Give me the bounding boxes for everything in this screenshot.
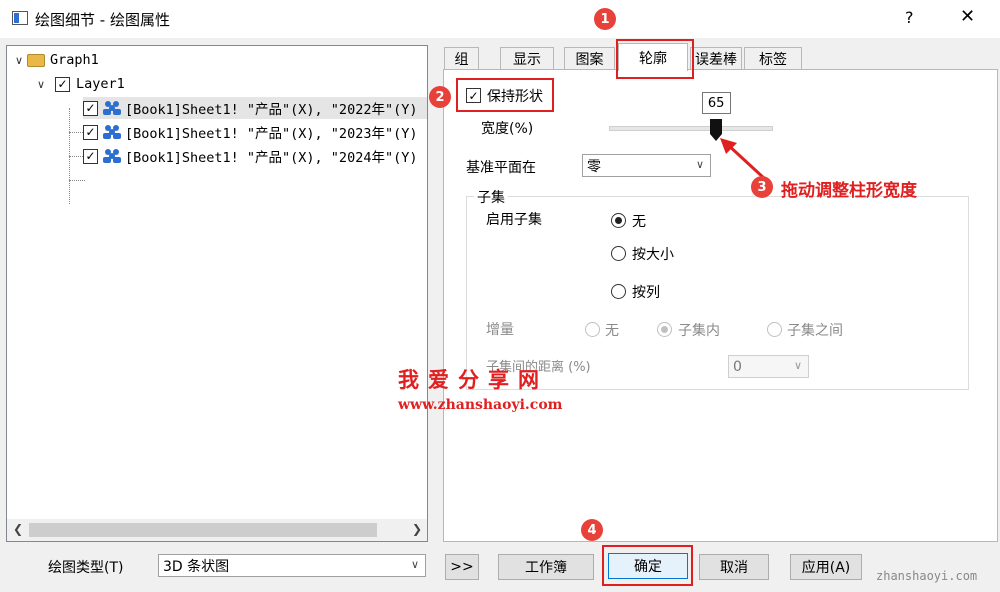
- plot-checkbox[interactable]: ✓: [83, 100, 98, 116]
- tree-item-layer[interactable]: ∨ ✓ Layer1: [37, 73, 125, 95]
- scroll-right-icon[interactable]: ❯: [412, 522, 422, 536]
- tree-guide-line: [69, 180, 85, 181]
- window-title: 绘图细节 - 绘图属性: [35, 11, 170, 29]
- highlight-keep-shape: [456, 78, 554, 112]
- enable-by-column-label: 按列: [632, 285, 660, 301]
- expand-button[interactable]: >>: [445, 554, 479, 580]
- plot-type-select[interactable]: 3D 条状图 ∨: [158, 554, 426, 577]
- drag-hint-text: 拖动调整柱形宽度: [781, 181, 917, 201]
- increment-within-label: 子集内: [678, 323, 720, 339]
- tab-pattern[interactable]: 图案: [564, 47, 615, 70]
- tree-label: Graph1: [50, 52, 99, 68]
- chevron-down-icon[interactable]: ∨: [37, 78, 49, 91]
- cancel-button[interactable]: 取消: [699, 554, 769, 580]
- width-label: 宽度(%): [481, 121, 534, 137]
- enable-subset-label: 启用子集: [486, 212, 542, 228]
- plot-group-icon: [103, 101, 121, 115]
- subset-group-title: 子集: [474, 187, 508, 207]
- tree-horizontal-scrollbar[interactable]: ❮ ❯: [7, 519, 427, 541]
- tree-item-graph[interactable]: ∨ Graph1: [15, 49, 99, 71]
- tree-label: [Book1]Sheet1! "产品"(X), "2023年"(Y): [125, 126, 418, 142]
- chevron-down-icon: ∨: [793, 359, 802, 372]
- tree-item-plot[interactable]: ✓ [Book1]Sheet1! "产品"(X), "2023年"(Y): [83, 121, 417, 143]
- close-button[interactable]: ✕: [960, 6, 975, 27]
- tab-group[interactable]: 组: [444, 47, 479, 70]
- baseline-label: 基准平面在: [466, 160, 536, 176]
- subset-distance-value: 0: [733, 358, 742, 375]
- enable-by-column-radio[interactable]: [611, 284, 626, 299]
- tab-outline[interactable]: 轮廓: [618, 43, 688, 71]
- plot-type-label: 绘图类型(T): [48, 560, 124, 576]
- step-2-badge: 2: [429, 86, 451, 108]
- enable-by-size-radio[interactable]: [611, 246, 626, 261]
- plot-checkbox[interactable]: ✓: [83, 148, 98, 164]
- enable-none-radio[interactable]: [611, 213, 626, 228]
- width-slider-track[interactable]: [609, 126, 773, 131]
- plot-group-icon: [103, 149, 121, 163]
- tree-label: [Book1]Sheet1! "产品"(X), "2024年"(Y): [125, 150, 418, 166]
- increment-label: 增量: [486, 322, 514, 338]
- tree-panel: ∨ Graph1 ∨ ✓ Layer1 ✓ [Book1]Sheet1! "产品…: [6, 45, 428, 542]
- watermark-url: www.zhanshaoyi.com: [398, 397, 563, 413]
- increment-within-radio[interactable]: [657, 322, 672, 337]
- enable-by-size-label: 按大小: [632, 247, 674, 263]
- enable-none-label: 无: [632, 214, 646, 230]
- help-button[interactable]: ?: [905, 8, 914, 27]
- chevron-down-icon: ∨: [410, 558, 419, 571]
- workbook-button[interactable]: 工作簿: [498, 554, 594, 580]
- increment-none-radio[interactable]: [585, 322, 600, 337]
- baseline-value: 零: [587, 158, 601, 175]
- ok-button[interactable]: 确定: [608, 553, 688, 579]
- watermark-text: 我爱分享网: [398, 367, 548, 392]
- layer-checkbox[interactable]: ✓: [55, 76, 70, 92]
- step-3-badge: 3: [751, 176, 773, 198]
- tree-label: [Book1]Sheet1! "产品"(X), "2022年"(Y): [125, 102, 418, 118]
- title-bar: 绘图细节 - 绘图属性 ? ✕: [0, 0, 1000, 38]
- increment-none-label: 无: [605, 323, 619, 339]
- corner-watermark: zhanshaoyi.com: [876, 569, 978, 583]
- tab-labels[interactable]: 标签: [744, 47, 802, 70]
- app-icon: [12, 11, 28, 25]
- width-value-tooltip: 65: [701, 92, 731, 114]
- scroll-left-icon[interactable]: ❮: [13, 522, 23, 536]
- tree-label: Layer1: [76, 76, 125, 92]
- plot-checkbox[interactable]: ✓: [83, 124, 98, 140]
- tab-error-bar[interactable]: 误差棒: [690, 47, 742, 70]
- plot-type-value: 3D 条状图: [163, 558, 230, 575]
- plot-group-icon: [103, 125, 121, 139]
- chevron-down-icon: ∨: [695, 158, 704, 171]
- subset-distance-select[interactable]: 0 ∨: [728, 355, 809, 378]
- folder-icon: [27, 53, 45, 67]
- scrollbar-thumb[interactable]: [29, 523, 377, 537]
- tree-item-plot[interactable]: ✓ [Book1]Sheet1! "产品"(X), "2022年"(Y): [83, 97, 427, 119]
- increment-between-radio[interactable]: [767, 322, 782, 337]
- tab-display[interactable]: 显示: [500, 47, 554, 70]
- tree-item-plot[interactable]: ✓ [Book1]Sheet1! "产品"(X), "2024年"(Y): [83, 145, 417, 167]
- baseline-select[interactable]: 零 ∨: [582, 154, 711, 177]
- increment-between-label: 子集之间: [787, 323, 843, 339]
- step-1-badge: 1: [594, 8, 616, 30]
- step-4-badge: 4: [581, 519, 603, 541]
- chevron-down-icon[interactable]: ∨: [15, 54, 27, 67]
- apply-button[interactable]: 应用(A): [790, 554, 862, 580]
